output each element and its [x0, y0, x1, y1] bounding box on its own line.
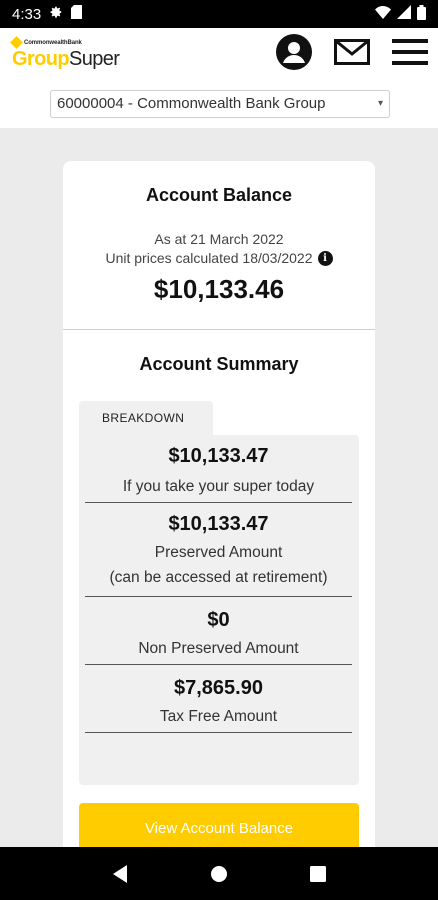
- row-label: Preserved Amount: [154, 544, 283, 561]
- unit-prices-text: Unit prices calculated 18/03/2022 i: [63, 250, 375, 266]
- summary-row: $7,865.90 Tax Free Amount: [85, 677, 352, 733]
- info-icon[interactable]: i: [317, 250, 333, 266]
- brand-logo[interactable]: CommonwealthBank GroupSuper: [10, 36, 142, 78]
- row-amount: $10,133.47: [168, 445, 269, 467]
- account-balance-title: Account Balance: [145, 185, 293, 205]
- account-balance-amount: $10,133.46: [153, 274, 285, 304]
- mail-icon: [334, 39, 370, 65]
- unit-prices-label: Unit prices calculated 18/03/2022: [105, 250, 313, 266]
- row-label: Non Preserved Amount: [138, 640, 299, 657]
- app-header: CommonwealthBank GroupSuper 60000004 - C…: [0, 28, 438, 128]
- sim-icon: [71, 5, 83, 23]
- menu-button[interactable]: [390, 34, 430, 70]
- status-bar: 4:33: [0, 0, 438, 28]
- breakdown-panel: $10,133.47 If you take your super today …: [79, 435, 359, 785]
- profile-button[interactable]: [274, 34, 314, 70]
- view-account-balance-button[interactable]: View Account Balance: [79, 803, 359, 853]
- row-amount: $0: [207, 609, 230, 631]
- divider: [63, 329, 375, 330]
- summary-row: $10,133.47 If you take your super today: [85, 445, 352, 503]
- signal-icon: [397, 5, 411, 23]
- brand-name-super: Super: [69, 48, 120, 70]
- menu-icon: [392, 39, 428, 65]
- back-icon: [112, 864, 127, 883]
- row-label: Tax Free Amount: [159, 708, 278, 725]
- home-button[interactable]: [199, 854, 239, 894]
- row-label: If you take your super today: [122, 478, 315, 495]
- account-select[interactable]: 60000004 - Commonwealth Bank Group ▾: [50, 90, 390, 118]
- mail-button[interactable]: [332, 34, 372, 70]
- status-time: 4:33: [12, 5, 42, 23]
- gear-icon: [49, 5, 63, 23]
- row-sublabel: (can be accessed at retirement): [109, 569, 328, 586]
- account-select-value: 60000004 - Commonwealth Bank Group: [57, 95, 326, 112]
- recents-button[interactable]: [298, 854, 338, 894]
- brand-bank-name: CommonwealthBank: [24, 39, 82, 46]
- chevron-down-icon: ▾: [377, 98, 383, 109]
- home-icon: [210, 865, 227, 882]
- profile-icon: [276, 34, 312, 70]
- battery-icon: [417, 4, 426, 24]
- diamond-icon: [10, 36, 23, 49]
- account-card: Account Balance As at 21 March 2022 Unit…: [63, 161, 375, 861]
- as-at-date: As at 21 March 2022: [154, 231, 284, 247]
- tab-breakdown[interactable]: BREAKDOWN: [79, 401, 213, 437]
- row-amount: $7,865.90: [174, 677, 263, 699]
- row-amount: $10,133.47: [168, 513, 269, 535]
- summary-row: $10,133.47 Preserved Amount (can be acce…: [85, 513, 352, 597]
- account-summary-title: Account Summary: [139, 354, 299, 374]
- recents-icon: [310, 865, 327, 882]
- brand-name-group: Group: [12, 48, 70, 70]
- back-button[interactable]: [100, 854, 140, 894]
- summary-row: $0 Non Preserved Amount: [85, 609, 352, 665]
- wifi-icon: [375, 5, 391, 23]
- navigation-bar: [0, 847, 438, 900]
